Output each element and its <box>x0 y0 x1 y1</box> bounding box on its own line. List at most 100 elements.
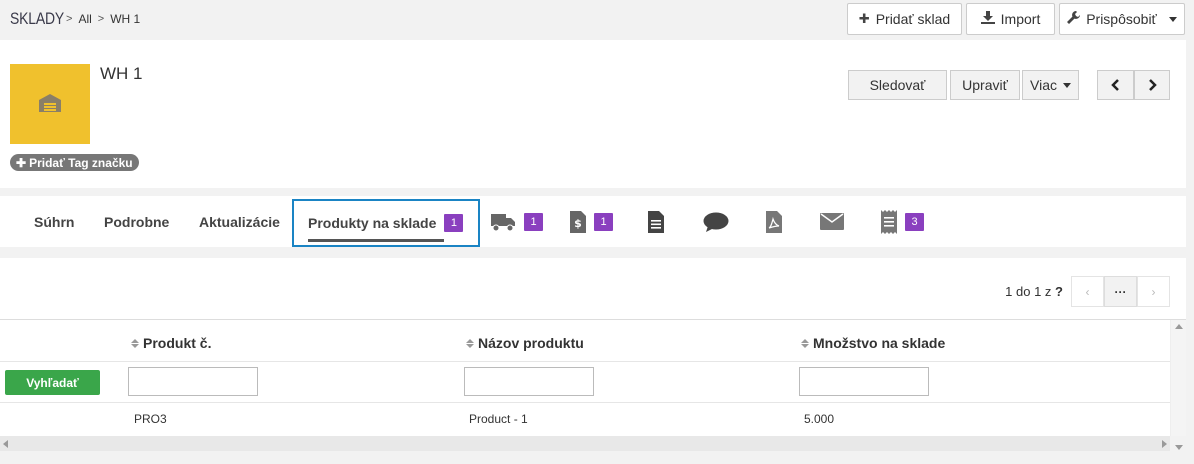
tab-emails[interactable] <box>820 196 844 247</box>
scroll-right-icon[interactable] <box>1162 440 1167 448</box>
column-header-label: Produkt č. <box>143 335 212 351</box>
column-header-label: Názov produktu <box>478 335 584 351</box>
edit-label: Upraviť <box>962 77 1008 93</box>
more-button[interactable]: Viac <box>1022 70 1079 100</box>
pager-range: 1 do 1 z <box>1005 284 1052 299</box>
tab-products-in-stock[interactable]: Produkty na sklade 1 <box>292 199 480 247</box>
record-title: WH 1 <box>100 64 143 83</box>
more-label: Viac <box>1030 77 1057 93</box>
add-tag-button[interactable]: ✚ Pridať Tag značku <box>10 154 139 171</box>
tab-updates-label: Aktualizácie <box>199 213 280 230</box>
document-icon <box>648 210 664 233</box>
truck-icon <box>491 213 516 231</box>
search-button[interactable]: Vyhľadať <box>5 370 100 395</box>
sort-icon <box>466 338 474 348</box>
edit-button[interactable]: Upraviť <box>950 70 1020 100</box>
scroll-up-icon[interactable] <box>1175 324 1183 329</box>
chevron-left-icon <box>1111 79 1119 91</box>
related-tabs: Súhrn Podrobne Aktualizácie Produkty na … <box>0 196 1186 247</box>
tab-pdf[interactable] <box>766 196 782 247</box>
chevron-right-icon: > <box>97 13 105 25</box>
follow-button[interactable]: Sledovať <box>848 70 947 100</box>
vertical-scrollbar[interactable] <box>1170 320 1186 450</box>
filter-divider <box>0 402 1170 403</box>
wrench-icon <box>1067 11 1081 27</box>
top-bar: SKLADY > All > WH 1 ✚ Pridať sklad Impor… <box>0 0 1194 40</box>
cell-product-name[interactable]: Product - 1 <box>469 412 528 426</box>
breadcrumb-all[interactable]: All <box>78 12 91 26</box>
pager-info: 1 do 1 z ? <box>1005 284 1063 299</box>
search-button-label: Vyhľadať <box>26 375 79 390</box>
filter-quantity-input[interactable] <box>799 367 929 396</box>
tab-shipments[interactable]: 1 <box>491 196 543 247</box>
svg-text:$: $ <box>574 217 582 230</box>
tab-shipments-badge: 1 <box>524 212 543 231</box>
add-warehouse-button[interactable]: ✚ Pridať sklad <box>847 3 962 35</box>
column-header-quantity[interactable]: Množstvo na sklade <box>801 335 945 351</box>
ellipsis-icon: ··· <box>1114 284 1127 299</box>
column-header-product-no[interactable]: Produkt č. <box>131 335 211 351</box>
chevron-left-icon: ‹ <box>1085 284 1090 299</box>
import-label: Import <box>1000 11 1041 27</box>
filter-product-no-input[interactable] <box>128 367 258 396</box>
active-tab-underline <box>308 239 444 242</box>
warehouse-avatar <box>10 64 90 144</box>
breadcrumb: SKLADY > All > WH 1 <box>10 9 140 29</box>
grid-divider <box>0 319 1186 320</box>
header-divider <box>0 361 1170 362</box>
tab-receipts[interactable]: 3 <box>881 196 924 247</box>
filter-product-name-input[interactable] <box>464 367 594 396</box>
horizontal-scrollbar[interactable] <box>0 436 1170 451</box>
breadcrumb-current: WH 1 <box>110 12 141 26</box>
tab-products-label: Produkty na sklade <box>308 215 437 231</box>
record-header: WH 1 ✚ Pridať Tag značku Sledovať Upravi… <box>0 40 1186 188</box>
tab-documents[interactable] <box>648 196 664 247</box>
sort-icon <box>131 338 139 348</box>
cell-product-no[interactable]: PRO3 <box>134 412 167 426</box>
column-header-label: Množstvo na sklade <box>813 335 946 351</box>
pager-more-button[interactable]: ··· <box>1104 276 1137 307</box>
chevron-right-icon: › <box>1151 284 1156 299</box>
chevron-right-icon <box>1148 79 1157 91</box>
download-icon <box>980 11 995 27</box>
scroll-left-icon[interactable] <box>3 440 8 448</box>
caret-down-icon <box>1062 82 1071 88</box>
warehouse-icon <box>39 93 61 115</box>
next-record-button[interactable] <box>1134 70 1170 100</box>
products-list-panel: 1 do 1 z ? ‹ ··· › Produkt č. Názov prod… <box>0 258 1186 450</box>
pager-prev-button[interactable]: ‹ <box>1071 276 1104 307</box>
caret-down-icon <box>1168 16 1177 22</box>
follow-label: Sledovať <box>869 77 926 93</box>
customize-button[interactable]: Prispôsobiť <box>1059 3 1185 35</box>
plus-icon: ✚ <box>858 11 870 26</box>
pager-next-button[interactable]: › <box>1137 276 1170 307</box>
invoice-icon: $ <box>570 210 586 233</box>
pdf-icon <box>766 210 782 233</box>
tab-invoices-badge: 1 <box>594 212 613 231</box>
plus-icon: ✚ <box>16 155 27 170</box>
cell-quantity: 5.000 <box>804 412 835 426</box>
tab-invoices[interactable]: $ 1 <box>570 196 613 247</box>
tab-summary-label: Súhrn <box>34 213 75 230</box>
customize-label: Prispôsobiť <box>1086 11 1157 27</box>
chevron-right-icon: > <box>66 13 73 25</box>
tab-details-label: Podrobne <box>104 213 170 230</box>
column-header-product-name[interactable]: Názov produktu <box>466 335 584 351</box>
import-button[interactable]: Import <box>966 3 1055 35</box>
pagination: 1 do 1 z ? ‹ ··· › <box>1005 276 1170 307</box>
add-tag-label: Pridať Tag značku <box>29 155 133 170</box>
tab-details[interactable]: Podrobne <box>104 196 169 247</box>
pager-total-unknown[interactable]: ? <box>1055 284 1063 299</box>
breadcrumb-module[interactable]: SKLADY <box>10 9 64 29</box>
scroll-down-icon[interactable] <box>1175 445 1183 450</box>
receipt-icon <box>881 209 897 234</box>
tab-updates[interactable]: Aktualizácie <box>199 196 280 247</box>
comment-icon <box>703 212 729 232</box>
tab-receipts-badge: 3 <box>905 212 924 231</box>
previous-record-button[interactable] <box>1097 70 1134 100</box>
tab-comments[interactable] <box>703 196 729 247</box>
sort-icon <box>801 338 809 348</box>
envelope-icon <box>820 213 844 230</box>
tab-products-badge: 1 <box>444 214 464 232</box>
tab-summary[interactable]: Súhrn <box>34 196 74 247</box>
